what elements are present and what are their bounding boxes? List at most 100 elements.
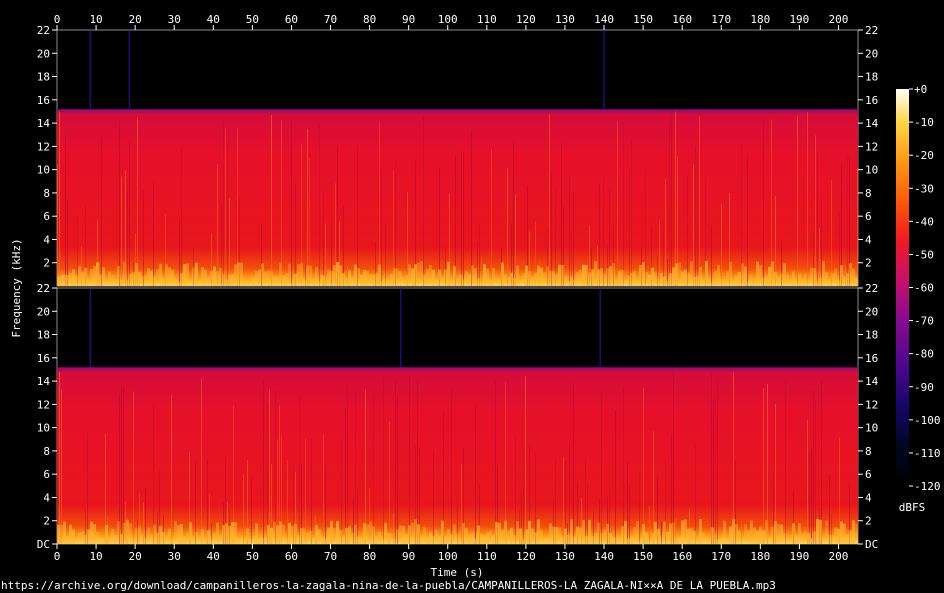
low-freq-texture xyxy=(687,528,690,544)
texture-streak xyxy=(347,385,348,544)
texture-streak xyxy=(323,434,324,544)
texture-streak xyxy=(603,176,604,286)
colorbar-tick-label: -10 xyxy=(914,116,934,129)
low-freq-texture xyxy=(63,521,66,544)
low-freq-texture xyxy=(792,270,795,286)
low-freq-texture xyxy=(558,264,561,286)
low-freq-texture xyxy=(816,281,819,286)
low-freq-texture xyxy=(246,280,249,286)
low-freq-texture xyxy=(789,539,792,544)
low-freq-texture xyxy=(510,272,513,286)
low-freq-texture xyxy=(699,519,702,544)
y-tick-label-left: 8 xyxy=(43,445,50,458)
low-freq-texture xyxy=(825,520,828,544)
low-freq-texture xyxy=(135,527,138,544)
low-freq-texture xyxy=(78,532,81,544)
low-freq-texture xyxy=(660,273,663,286)
low-freq-texture xyxy=(60,275,63,286)
low-freq-texture xyxy=(153,524,156,544)
low-freq-texture xyxy=(783,533,786,544)
low-freq-texture xyxy=(216,522,219,544)
y-tick-label-right: 4 xyxy=(865,491,872,504)
low-freq-texture xyxy=(648,274,651,286)
low-freq-texture xyxy=(534,272,537,286)
low-freq-texture xyxy=(708,538,711,544)
low-freq-texture xyxy=(159,263,162,286)
low-freq-texture xyxy=(96,531,99,544)
low-freq-texture xyxy=(807,533,810,544)
low-freq-texture xyxy=(411,522,414,544)
texture-streak xyxy=(263,379,264,544)
low-freq-texture xyxy=(96,262,99,286)
low-freq-texture xyxy=(444,535,447,544)
texture-streak xyxy=(569,175,570,286)
texture-streak xyxy=(807,419,808,544)
texture-streak xyxy=(821,380,822,544)
low-freq-texture xyxy=(651,533,654,544)
low-freq-texture xyxy=(834,527,837,544)
low-freq-texture xyxy=(744,266,747,286)
low-freq-texture xyxy=(705,261,708,286)
low-freq-texture xyxy=(531,277,534,286)
low-freq-texture xyxy=(777,275,780,286)
texture-streak xyxy=(267,404,268,544)
low-freq-texture xyxy=(105,282,108,286)
low-freq-texture xyxy=(240,535,243,544)
texture-streak xyxy=(311,438,312,544)
texture-streak xyxy=(573,192,574,286)
y-tick-label-right: 22 xyxy=(865,282,878,295)
texture-streak xyxy=(563,456,564,544)
x-tick-label-top: 10 xyxy=(89,13,102,26)
texture-streak xyxy=(649,506,650,544)
low-freq-texture xyxy=(336,261,339,286)
low-freq-texture xyxy=(426,536,429,544)
low-freq-texture xyxy=(459,274,462,286)
texture-streak xyxy=(129,140,130,286)
low-freq-texture xyxy=(123,522,126,544)
low-freq-texture xyxy=(468,274,471,286)
texture-streak xyxy=(201,378,202,544)
low-freq-texture xyxy=(339,265,342,286)
low-freq-texture xyxy=(303,280,306,286)
low-freq-texture xyxy=(843,523,846,544)
texture-streak xyxy=(225,127,226,287)
x-tick-label-bottom: 110 xyxy=(477,550,497,563)
low-freq-texture xyxy=(573,536,576,544)
low-freq-texture xyxy=(360,274,363,286)
texture-streak xyxy=(65,135,66,286)
low-freq-texture xyxy=(312,278,315,286)
texture-streak xyxy=(461,463,462,544)
low-freq-texture xyxy=(702,532,705,544)
texture-streak xyxy=(57,164,58,286)
texture-streak xyxy=(839,214,840,286)
low-freq-texture xyxy=(276,276,279,286)
texture-streak xyxy=(295,183,296,286)
colorbar-tick-label: -80 xyxy=(914,348,934,361)
low-freq-texture xyxy=(399,270,402,286)
y-tick-label-left: DC xyxy=(37,538,50,551)
low-freq-texture xyxy=(765,520,768,544)
low-freq-texture xyxy=(477,278,480,286)
x-tick-label-bottom: 140 xyxy=(594,550,614,563)
low-freq-texture xyxy=(207,277,210,286)
texture-streak xyxy=(123,387,124,544)
low-freq-texture xyxy=(228,525,231,544)
low-freq-texture xyxy=(477,525,480,544)
channel-1-spectrogram xyxy=(57,109,858,287)
low-freq-texture xyxy=(369,521,372,544)
texture-streak xyxy=(643,388,644,544)
low-freq-texture xyxy=(459,540,462,544)
low-freq-texture xyxy=(150,534,153,544)
low-freq-texture xyxy=(801,533,804,544)
low-freq-texture xyxy=(540,529,543,544)
texture-streak xyxy=(671,111,672,287)
texture-streak xyxy=(409,375,410,544)
low-freq-texture xyxy=(189,280,192,286)
x-tick-label-bottom: 90 xyxy=(402,550,415,563)
low-freq-texture xyxy=(243,538,246,544)
low-freq-texture xyxy=(87,529,90,544)
texture-streak xyxy=(797,115,798,286)
texture-streak xyxy=(767,384,768,544)
low-freq-texture xyxy=(855,523,858,544)
low-freq-texture xyxy=(606,268,609,286)
